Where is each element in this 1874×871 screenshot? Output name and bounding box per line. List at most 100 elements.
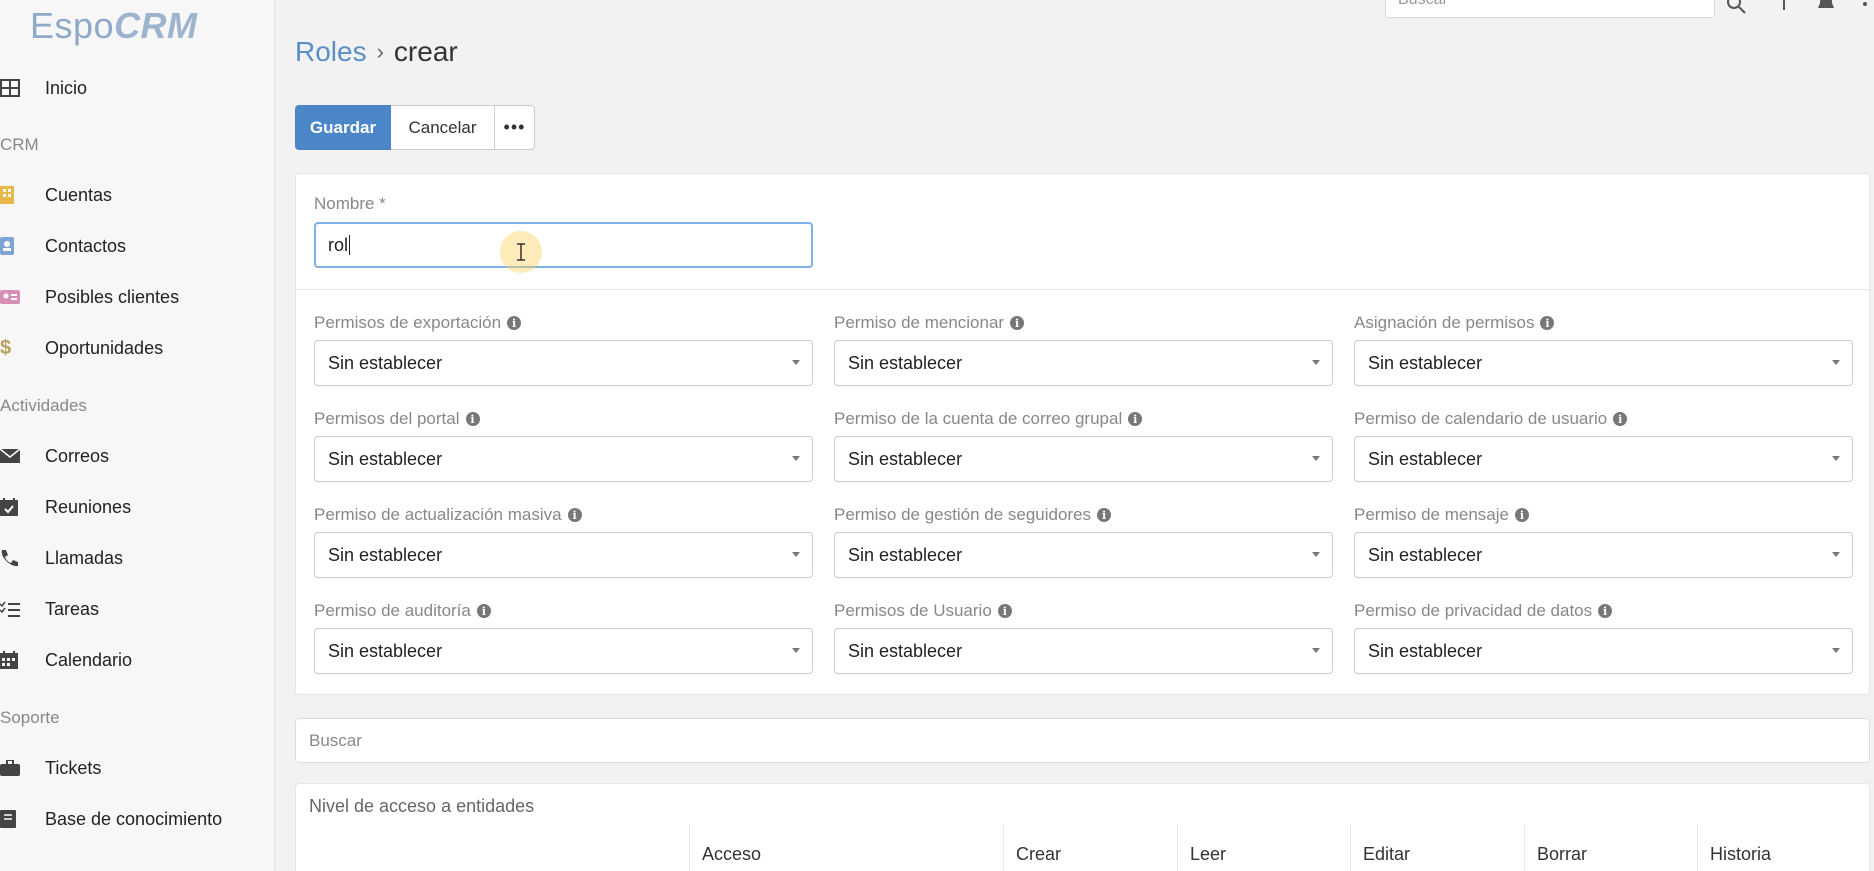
calendar-icon	[0, 651, 45, 669]
select-value: Sin establecer	[848, 544, 963, 565]
sidebar-item-tareas[interactable]: Tareas	[0, 594, 99, 624]
sidebar-item-inicio[interactable]: Inicio	[0, 73, 87, 103]
sidebar-section-soporte: Soporte	[0, 708, 60, 727]
add-icon[interactable]	[1776, 0, 1792, 20]
chevron-down-icon	[1832, 456, 1840, 461]
permisos-exportacion-label: Permisos de exportación i	[314, 313, 522, 333]
sidebar-item-label: Tickets	[45, 757, 102, 778]
info-icon[interactable]: i	[1598, 604, 1613, 618]
info-icon[interactable]: i	[997, 604, 1012, 618]
id-card-icon	[0, 290, 45, 304]
building-icon	[0, 186, 45, 204]
permiso-cuenta-correo-grupal-select[interactable]: Sin establecer	[834, 436, 1333, 482]
field-label-text: Permiso de calendario de usuario	[1354, 409, 1608, 428]
dollar-icon: $	[0, 336, 12, 359]
sidebar-item-label: Calendario	[45, 649, 133, 670]
entity-access-title: Nivel de acceso a entidades	[309, 796, 535, 816]
permisos-usuario-label: Permisos de Usuario i	[834, 601, 1012, 621]
sidebar-item-contactos[interactable]: Contactos	[0, 231, 126, 261]
column-header-editar: Editar	[1350, 824, 1524, 871]
global-search-input[interactable]: Buscar	[1385, 0, 1715, 18]
entity-access-panel: Nivel de acceso a entidades Acceso Crear…	[295, 783, 1870, 871]
select-value: Sin establecer	[328, 352, 443, 373]
field-label-text: Permiso de mensaje	[1354, 505, 1509, 524]
chevron-down-icon	[792, 360, 800, 365]
sidebar-item-tickets[interactable]: Tickets	[0, 753, 101, 783]
name-field-value: rol	[328, 234, 349, 255]
permisos-usuario-select[interactable]: Sin establecer	[834, 628, 1333, 674]
info-icon[interactable]: i	[567, 508, 582, 522]
search-icon[interactable]	[1726, 0, 1746, 20]
asignacion-permisos-select[interactable]: Sin establecer	[1354, 340, 1853, 386]
permiso-auditoria-label: Permiso de auditoría i	[314, 601, 491, 621]
permiso-calendario-usuario-select[interactable]: Sin establecer	[1354, 436, 1853, 482]
logo-main-text: Espo	[30, 5, 115, 46]
chevron-down-icon	[1832, 360, 1840, 365]
column-header-borrar: Borrar	[1524, 824, 1697, 871]
chevron-down-icon	[1832, 648, 1840, 653]
sidebar: Espo CRM Inicio CRM Cuentas Contactos Pos…	[0, 0, 275, 871]
entity-search-placeholder: Buscar	[309, 730, 362, 750]
field-label-text: Permisos de exportación	[314, 313, 502, 332]
permiso-privacidad-datos-label: Permiso de privacidad de datos i	[1354, 601, 1613, 621]
permiso-auditoria-select[interactable]: Sin establecer	[314, 628, 813, 674]
sidebar-item-calendario[interactable]: Calendario	[0, 645, 132, 675]
info-icon[interactable]: i	[507, 316, 522, 330]
bell-icon[interactable]	[1816, 0, 1836, 20]
info-icon[interactable]: i	[1613, 412, 1628, 426]
breadcrumb-roles-link[interactable]: Roles	[295, 36, 367, 68]
permiso-actualizacion-masiva-select[interactable]: Sin establecer	[314, 532, 813, 578]
save-button[interactable]: Guardar	[295, 105, 391, 150]
page-title: crear	[393, 36, 458, 67]
permiso-mensaje-select[interactable]: Sin establecer	[1354, 532, 1853, 578]
permisos-portal-select[interactable]: Sin establecer	[314, 436, 813, 482]
menu-icon[interactable]	[1862, 0, 1868, 20]
panel-divider	[296, 289, 1869, 290]
info-icon[interactable]: i	[1097, 508, 1112, 522]
name-field[interactable]: rol	[314, 222, 813, 268]
info-icon[interactable]: i	[1128, 412, 1143, 426]
asignacion-permisos-label: Asignación de permisos i	[1354, 313, 1555, 333]
more-actions-button[interactable]: •••	[495, 105, 535, 150]
sidebar-item-label: Tareas	[45, 598, 100, 619]
info-icon[interactable]: i	[476, 604, 491, 618]
field-label-text: Permiso de la cuenta de correo grupal	[834, 409, 1123, 428]
sidebar-item-reuniones[interactable]: Reuniones	[0, 492, 131, 522]
info-icon[interactable]: i	[1514, 508, 1529, 522]
sidebar-item-cuentas[interactable]: Cuentas	[0, 180, 112, 210]
action-toolbar: Guardar Cancelar •••	[295, 105, 535, 150]
name-label: Nombre *	[314, 194, 386, 214]
sidebar-item-base-de-conocimiento[interactable]: Base de conocimiento	[0, 804, 222, 834]
envelope-icon	[0, 449, 45, 463]
column-header-leer: Leer	[1177, 824, 1350, 871]
select-value: Sin establecer	[1368, 448, 1483, 469]
select-value: Sin establecer	[848, 448, 963, 469]
sidebar-item-correos[interactable]: Correos	[0, 441, 109, 471]
info-icon[interactable]: i	[465, 412, 480, 426]
info-icon[interactable]: i	[1010, 316, 1025, 330]
select-value: Sin establecer	[328, 448, 443, 469]
sidebar-section-actividades: Actividades	[0, 396, 87, 415]
name-label-text: Nombre *	[314, 194, 386, 213]
select-value: Sin establecer	[848, 640, 963, 661]
permiso-mencionar-select[interactable]: Sin establecer	[834, 340, 1333, 386]
breadcrumb: Roles › crear	[295, 36, 458, 68]
permiso-privacidad-datos-select[interactable]: Sin establecer	[1354, 628, 1853, 674]
permisos-exportacion-select[interactable]: Sin establecer	[314, 340, 813, 386]
app-logo[interactable]: Espo CRM	[30, 2, 198, 50]
permiso-mensaje-label: Permiso de mensaje i	[1354, 505, 1529, 525]
info-icon[interactable]: i	[1540, 316, 1555, 330]
permiso-gestion-seguidores-select[interactable]: Sin establecer	[834, 532, 1333, 578]
sidebar-item-oportunidades[interactable]: $ Oportunidades	[0, 333, 163, 363]
select-value: Sin establecer	[848, 352, 963, 373]
permiso-mencionar-label: Permiso de mencionar i	[834, 313, 1025, 333]
briefcase-icon	[0, 760, 45, 776]
entity-search-input[interactable]: Buscar	[295, 718, 1870, 763]
field-label-text: Permisos del portal	[314, 409, 460, 428]
sidebar-item-llamadas[interactable]: Llamadas	[0, 543, 123, 573]
entity-access-table-header: Acceso Crear Leer Editar Borrar Historia	[296, 824, 1869, 871]
column-header-crear: Crear	[1003, 824, 1177, 871]
cancel-button[interactable]: Cancelar	[391, 105, 495, 150]
sidebar-item-posibles-clientes[interactable]: Posibles clientes	[0, 282, 179, 312]
select-value: Sin establecer	[1368, 544, 1483, 565]
